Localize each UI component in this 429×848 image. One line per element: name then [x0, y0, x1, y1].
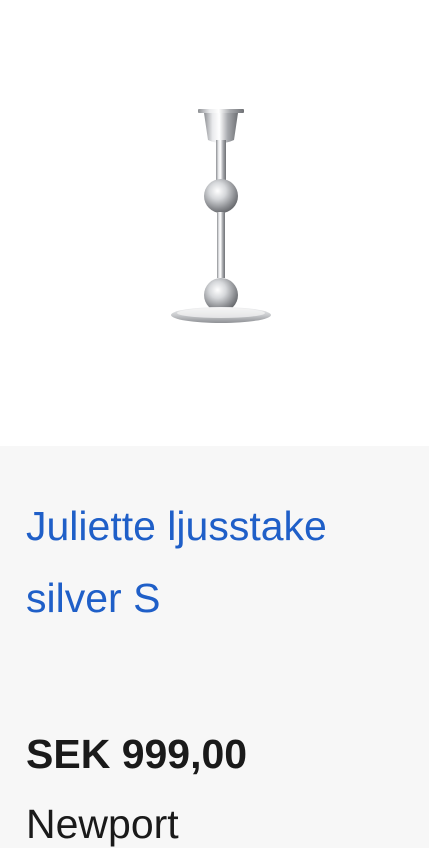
product-info: Juliette ljusstake silver S SEK 999,00 N… — [0, 446, 429, 848]
product-card[interactable]: Juliette ljusstake silver S SEK 999,00 N… — [0, 0, 429, 848]
product-price: SEK 999,00 — [26, 731, 248, 777]
product-image-area[interactable] — [0, 0, 429, 446]
product-brand: Newport — [26, 801, 179, 847]
product-image[interactable] — [160, 100, 276, 332]
product-title-link[interactable]: Juliette ljusstake silver S — [26, 490, 406, 634]
